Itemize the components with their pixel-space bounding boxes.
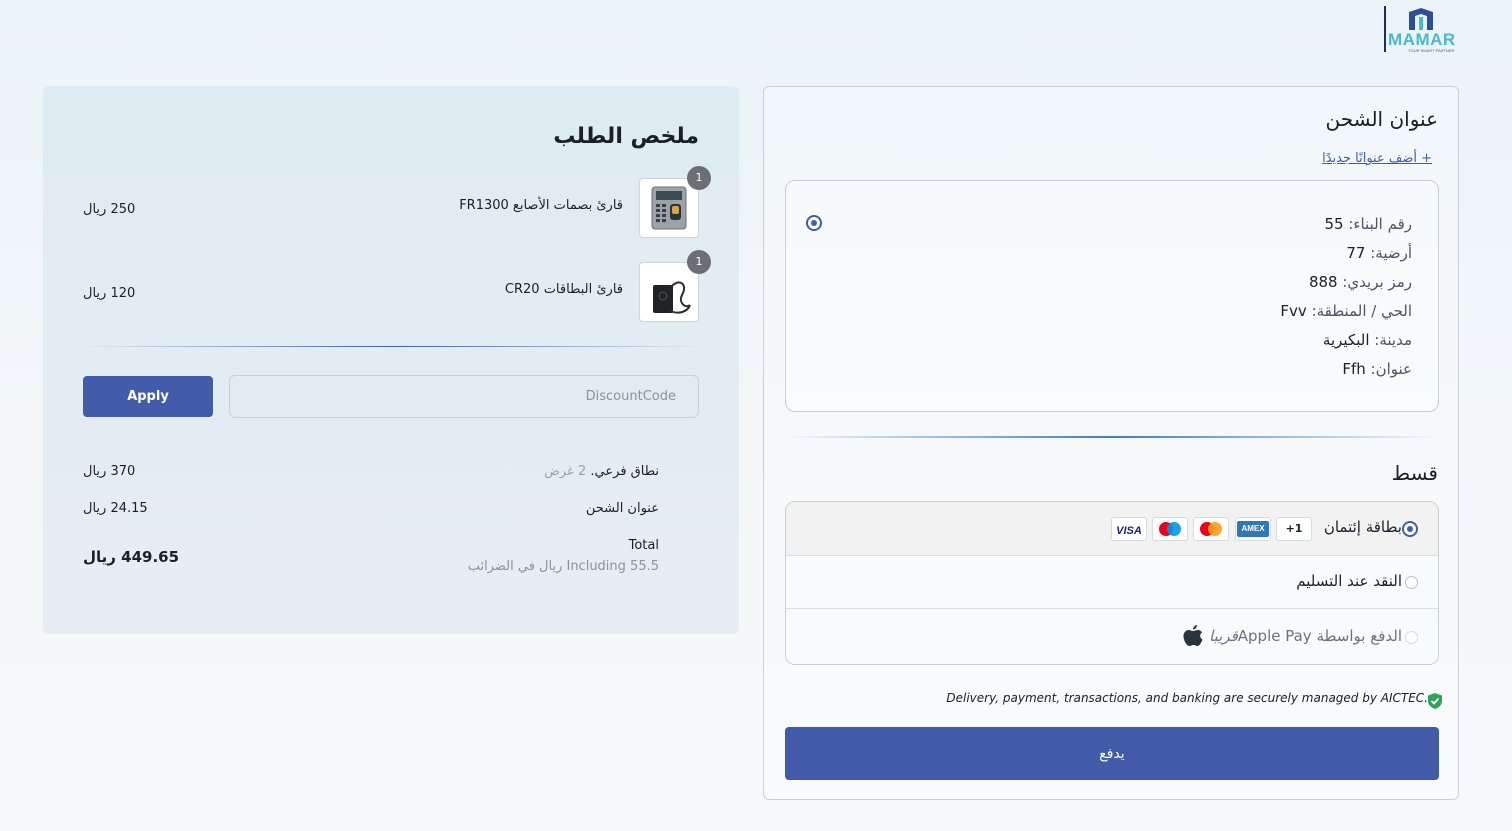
cash-radio[interactable] [1405, 576, 1418, 589]
subtotal-item-count: 2 غرض [544, 464, 587, 479]
address-line: الحي / المنطقة: Fvv [1280, 302, 1412, 320]
address-radio[interactable] [806, 215, 822, 231]
item-name: قارئ بصمات الأصابع FR1300 [459, 198, 623, 213]
payment-title: قسط [1391, 461, 1438, 485]
address-key: رقم البناء: [1348, 215, 1412, 233]
coming-soon-text: قريبا [1209, 627, 1238, 645]
apply-discount-button[interactable]: Apply [83, 376, 213, 417]
payment-options: بطاقة إئتمان +1 AMEX VISA النقد عند التس… [785, 501, 1439, 665]
order-item: 1 قارئ البطاقات CR20 120 ريال [43, 250, 739, 324]
summary-title: ملخص الطلب [553, 124, 699, 149]
address-key: أرضية: [1370, 244, 1412, 262]
address-card[interactable]: رقم البناء: 55 أرضية: 77 رمز بريدي: 888 … [785, 180, 1439, 412]
building-logo-icon [1409, 8, 1433, 30]
visa-icon: VISA [1111, 517, 1147, 541]
shipping-label: عنوان الشحن [585, 501, 659, 516]
secure-payment-note: Delivery, payment, transactions, and ban… [946, 691, 1428, 705]
item-quantity-badge: 1 [687, 250, 711, 274]
address-key: رمز بريدي: [1342, 273, 1412, 291]
payment-option-apple-pay: الدفع بواسطة Apple Payقريبا [786, 609, 1438, 664]
address-line: رقم البناء: 55 [1324, 215, 1412, 233]
shipping-row: عنوان الشحن 24.15 ريال [83, 501, 659, 521]
logo-divider [1384, 6, 1386, 52]
mastercard-icon [1193, 517, 1229, 541]
subtotal-value: 370 ريال [83, 464, 136, 479]
payment-option-cash[interactable]: النقد عند التسليم [786, 556, 1438, 609]
address-value: 888 [1308, 273, 1338, 291]
item-name: قارئ البطاقات CR20 [504, 282, 623, 297]
pay-button[interactable]: يدفع [785, 727, 1439, 780]
amex-icon: AMEX [1235, 517, 1271, 541]
item-price: 120 ريال [83, 286, 136, 301]
more-cards-badge: +1 [1276, 517, 1312, 541]
fingerprint-reader-icon [651, 186, 687, 230]
shipping-address-title: عنوان الشحن [1325, 107, 1438, 131]
total-value: 449.65 ريال [83, 548, 180, 566]
order-summary-panel: ملخص الطلب 1 قارئ بصمات الأصابع FR1300 2… [43, 86, 739, 634]
address-key: عنوان: [1370, 360, 1412, 378]
address-line: عنوان: Ffh [1342, 360, 1412, 378]
tax-note: Including 55.5 ريال في الضرائب [467, 559, 659, 574]
apple-pay-radio [1405, 631, 1418, 644]
address-key: مدينة: [1374, 331, 1412, 349]
address-value: البكيرية [1322, 331, 1370, 349]
apple-pay-text: الدفع بواسطة Apple Pay [1237, 627, 1402, 645]
maestro-logo [1159, 522, 1181, 536]
subtotal-row: نطاق فرعي. 2 غرض 370 ريال [83, 464, 659, 484]
mamar-logo[interactable]: MAMAR YOUR SMART PARTNER [1384, 6, 1458, 53]
apple-pay-label: الدفع بواسطة Apple Payقريبا [1209, 627, 1402, 645]
logo-tagline: YOUR SMART PARTNER [1408, 48, 1455, 53]
subtotal-label: نطاق فرعي. 2 غرض [544, 464, 659, 479]
address-value: Fvv [1280, 302, 1307, 320]
address-value: 77 [1346, 244, 1366, 262]
cash-label: النقد عند التسليم [1296, 572, 1402, 590]
mastercard-logo [1200, 522, 1222, 536]
address-value: 55 [1324, 215, 1344, 233]
card-reader-image [639, 262, 699, 322]
section-divider [785, 436, 1439, 438]
shield-check-icon [1428, 693, 1442, 709]
fingerprint-reader-image [639, 178, 699, 238]
total-label: Total [628, 538, 659, 553]
card-reader-icon [653, 281, 691, 314]
amex-label: AMEX [1237, 521, 1269, 537]
credit-card-label: بطاقة إئتمان [1323, 518, 1402, 536]
summary-divider [83, 346, 701, 347]
maestro-icon [1152, 517, 1188, 541]
apple-icon [1183, 625, 1203, 646]
logo-wordmark: MAMAR [1388, 30, 1456, 49]
address-line: أرضية: 77 [1346, 244, 1412, 262]
order-item: 1 قارئ بصمات الأصابع FR1300 250 ريال [43, 166, 739, 240]
subtotal-label-text: نطاق فرعي. [590, 464, 659, 479]
address-key: الحي / المنطقة: [1311, 302, 1412, 320]
discount-code-input[interactable] [229, 375, 699, 418]
visa-label: VISA [1116, 525, 1142, 537]
checkout-panel: عنوان الشحن + أضف عنوانًا جديدًا رقم الب… [763, 86, 1459, 800]
shipping-value: 24.15 ريال [83, 501, 148, 516]
item-quantity-badge: 1 [687, 166, 711, 190]
add-new-address-link[interactable]: + أضف عنوانًا جديدًا [1322, 151, 1432, 166]
credit-card-radio[interactable] [1402, 521, 1418, 537]
address-value: Ffh [1342, 360, 1366, 378]
address-line: مدينة: البكيرية [1323, 331, 1412, 349]
payment-option-credit-card[interactable]: بطاقة إئتمان +1 AMEX VISA [786, 502, 1438, 556]
item-price: 250 ريال [83, 202, 136, 217]
address-line: رمز بريدي: 888 [1309, 273, 1412, 291]
